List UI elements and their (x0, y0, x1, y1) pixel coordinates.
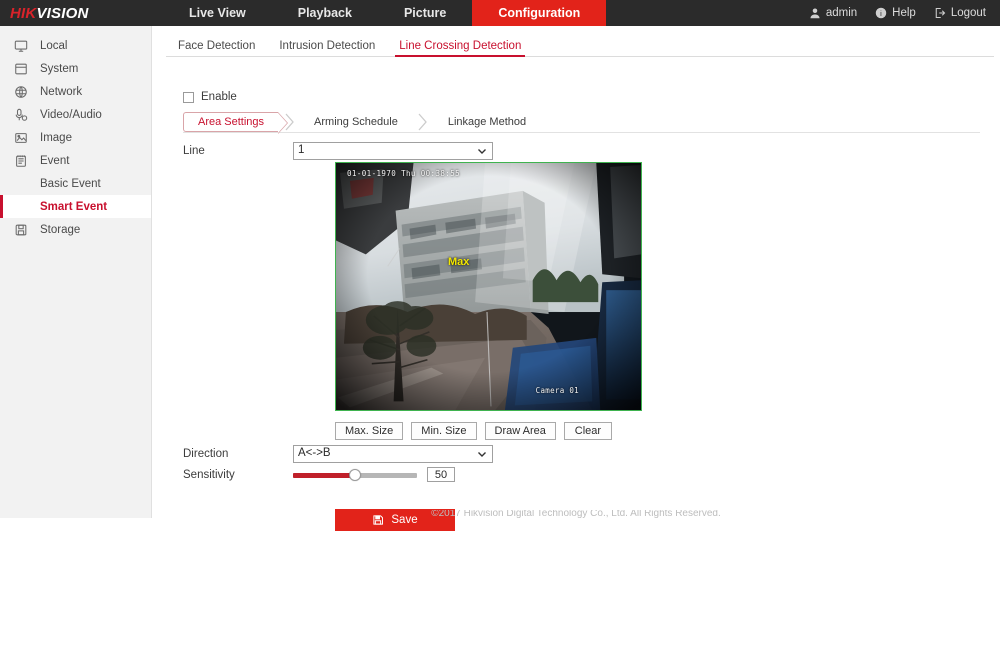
settings-subtab-bar: Area Settings Arming Schedule Linkage Me… (183, 112, 980, 134)
subtab-linkage-method[interactable]: Linkage Method (434, 112, 540, 132)
subtab-label-linkage-method: Linkage Method (447, 116, 527, 128)
window-icon (14, 62, 28, 76)
direction-select[interactable]: A<->B (293, 445, 493, 463)
monitor-icon (14, 39, 28, 53)
nav-item-picture[interactable]: Picture (378, 0, 472, 26)
disk-icon (14, 223, 28, 237)
sidebar: Local System Network Video/Audio Image E… (0, 26, 152, 518)
min-size-button[interactable]: Min. Size (411, 422, 477, 440)
direction-label: Direction (183, 448, 229, 460)
chevron-right-icon-2 (412, 112, 434, 132)
sidebar-item-system[interactable]: System (0, 57, 151, 80)
sidebar-top-spacer (0, 26, 151, 34)
logout-label: Logout (950, 7, 986, 19)
sidebar-item-video-audio[interactable]: Video/Audio (0, 103, 151, 126)
subtab-arming-schedule[interactable]: Arming Schedule (300, 112, 412, 132)
line-select[interactable]: 1 (293, 142, 493, 160)
top-navigation-bar: HIK VISION Live View Playback Picture Con… (0, 0, 1000, 26)
sidebar-item-basic-event[interactable]: Basic Event (0, 172, 151, 195)
video-preview[interactable]: 01-01-1970 Thu 00:38:55 Max Camera 01 (335, 162, 642, 411)
clear-button[interactable]: Clear (563, 422, 612, 440)
main-menu: Live View Playback Picture Configuration (163, 0, 607, 26)
sidebar-item-smart-event[interactable]: Smart Event (0, 195, 151, 218)
sensitivity-label: Sensitivity (183, 468, 235, 481)
sidebar-label-storage: Storage (40, 223, 81, 236)
subtab-area-settings[interactable]: Area Settings (183, 112, 289, 134)
tab-face-detection[interactable]: Face Detection (166, 40, 267, 56)
clipboard-icon (14, 154, 28, 168)
sensitivity-row: Sensitivity 50 (183, 467, 608, 482)
line-select-row: Line 1 (183, 142, 608, 160)
copyright-text: ©2017 Hikvision Digital Technology Co., … (431, 510, 721, 518)
user-name-label: admin (825, 7, 858, 19)
help-label: Help (892, 7, 916, 19)
osd-timestamp: 01-01-1970 Thu 00:38:55 (347, 169, 461, 178)
detection-tab-bar: Face Detection Intrusion Detection Line … (166, 34, 994, 57)
enable-checkbox-row[interactable]: Enable (183, 91, 237, 103)
chevron-down-icon (476, 448, 488, 460)
line-label: Line (183, 145, 205, 157)
direction-row: Direction A<->B (183, 445, 608, 463)
sidebar-item-storage[interactable]: Storage (0, 218, 151, 241)
logout-icon (934, 7, 946, 19)
footer: ©2017 Hikvision Digital Technology Co., … (152, 510, 1000, 518)
osd-max-label: Max (448, 256, 470, 268)
user-controls: admin i Help Logout (809, 0, 1000, 26)
nav-item-playback[interactable]: Playback (272, 0, 378, 26)
logo-vision: VISION (36, 4, 89, 22)
direction-select-value: A<->B (298, 447, 331, 460)
microphone-icon (14, 108, 28, 122)
draw-area-button[interactable]: Draw Area (484, 422, 556, 440)
globe-icon (14, 85, 28, 99)
max-size-button[interactable]: Max. Size (335, 422, 404, 440)
sensitivity-slider[interactable] (293, 468, 417, 482)
sidebar-label-system: System (40, 62, 79, 75)
subtab-label-area-settings: Area Settings (198, 116, 265, 128)
sidebar-label-video-audio: Network (40, 85, 83, 98)
sensitivity-value-input[interactable]: 50 (427, 467, 455, 482)
logout-link[interactable]: Logout (934, 7, 986, 19)
enable-label: Enable (201, 91, 237, 103)
sidebar-label-smart-event: Smart Event (40, 200, 108, 213)
sidebar-item-image[interactable]: Image (0, 126, 151, 149)
sidebar-label-basic-event: Basic Event (40, 177, 101, 190)
user-account[interactable]: admin (809, 7, 857, 19)
subtab-label-arming-schedule: Arming Schedule (314, 116, 398, 128)
hikvision-logo: HIK VISION (0, 0, 145, 26)
slider-track-fill (293, 472, 355, 478)
sidebar-label-network: Video/Audio (40, 108, 102, 121)
sidebar-item-event[interactable]: Event (0, 149, 151, 172)
sidebar-label-image: Image (40, 131, 72, 144)
sidebar-item-local[interactable]: Local (0, 34, 151, 57)
sidebar-item-network[interactable]: Network (0, 80, 151, 103)
content-area: Face Detection Intrusion Detection Line … (152, 26, 1000, 531)
picture-icon (14, 131, 28, 145)
osd-camera-name: Camera 01 (535, 386, 579, 395)
sidebar-label-event: Event (40, 154, 70, 167)
logo-hik: HIK (10, 4, 37, 22)
tab-intrusion-detection[interactable]: Intrusion Detection (267, 40, 387, 56)
enable-checkbox[interactable] (183, 91, 194, 103)
tab-line-crossing-detection[interactable]: Line Crossing Detection (387, 40, 533, 57)
subtab-arrow-inner (278, 113, 288, 133)
nav-item-configuration[interactable]: Configuration (472, 0, 607, 26)
chevron-down-icon (476, 145, 488, 157)
help-link[interactable]: i Help (875, 7, 916, 19)
help-icon: i (875, 7, 887, 19)
slider-thumb[interactable] (349, 468, 361, 481)
video-frame-image (336, 163, 641, 410)
area-tool-buttons: Max. Size Min. Size Draw Area Clear (335, 422, 612, 440)
user-icon (809, 7, 821, 19)
nav-item-live-view[interactable]: Live View (163, 0, 272, 26)
sidebar-label-local: Local (40, 39, 68, 52)
line-select-value: 1 (298, 144, 305, 157)
